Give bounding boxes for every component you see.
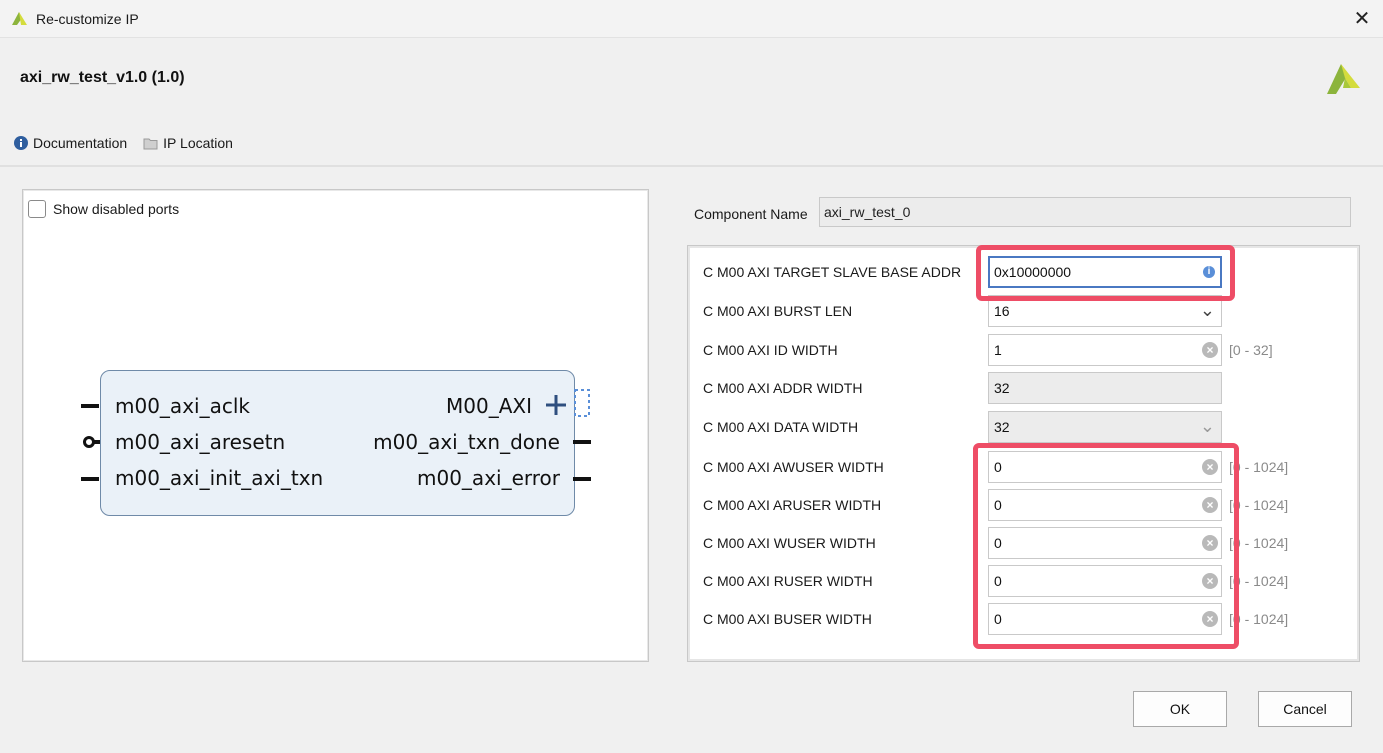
param-label: C M00 AXI BURST LEN bbox=[703, 303, 853, 319]
documentation-link[interactable]: Documentation bbox=[14, 135, 127, 151]
param-range: [0 - 32] bbox=[1229, 342, 1273, 358]
ip-symbol-panel: Show disabled ports m00_axi_aclk m00_axi… bbox=[22, 189, 649, 662]
param-row-addr-width: C M00 AXI ADDR WIDTH 32 bbox=[688, 372, 1361, 404]
window-title: Re-customize IP bbox=[36, 11, 139, 27]
vivado-logo-icon bbox=[10, 9, 28, 30]
show-disabled-ports-row[interactable]: Show disabled ports bbox=[28, 200, 179, 218]
ip-location-label: IP Location bbox=[163, 135, 233, 151]
expand-interface-icon[interactable] bbox=[544, 393, 568, 420]
port-m00-axi-error[interactable]: m00_axi_error bbox=[417, 466, 560, 490]
param-label: C M00 AXI BUSER WIDTH bbox=[703, 611, 872, 627]
chevron-down-icon[interactable]: ⌄ bbox=[1200, 300, 1215, 321]
highlight-user-widths bbox=[973, 443, 1239, 649]
param-row-id-width: C M00 AXI ID WIDTH 1 × [0 - 32] bbox=[688, 334, 1361, 366]
param-row-data-width: C M00 AXI DATA WIDTH 32 ⌄ bbox=[688, 411, 1361, 443]
param-label: C M00 AXI DATA WIDTH bbox=[703, 419, 859, 435]
close-icon[interactable]: ✕ bbox=[1349, 6, 1375, 32]
info-icon bbox=[14, 136, 28, 150]
ip-title: axi_rw_test_v1.0 (1.0) bbox=[20, 69, 185, 86]
param-value: 16 bbox=[994, 303, 1010, 319]
ip-location-link[interactable]: IP Location bbox=[143, 135, 233, 151]
title-bar: Re-customize IP ✕ bbox=[0, 0, 1383, 38]
port-m00-axi-init-axi-txn[interactable]: m00_axi_init_axi_txn bbox=[115, 466, 323, 490]
vivado-logo-icon bbox=[1325, 60, 1361, 99]
cancel-button[interactable]: Cancel bbox=[1258, 691, 1352, 727]
param-value: 1 bbox=[994, 342, 1002, 358]
link-bar: Documentation IP Location bbox=[14, 133, 249, 153]
pin-error bbox=[573, 477, 591, 481]
data-width-select: 32 ⌄ bbox=[988, 411, 1222, 443]
chevron-down-icon: ⌄ bbox=[1199, 416, 1215, 436]
ok-button[interactable]: OK bbox=[1133, 691, 1227, 727]
header-divider bbox=[0, 165, 1383, 167]
port-m00-axi-aresetn[interactable]: m00_axi_aresetn bbox=[115, 430, 285, 454]
port-m00-axi[interactable]: M00_AXI bbox=[446, 394, 532, 418]
param-label: C M00 AXI ID WIDTH bbox=[703, 342, 838, 358]
id-width-input[interactable]: 1 × bbox=[988, 334, 1222, 366]
highlight-base-addr bbox=[976, 245, 1235, 301]
folder-icon bbox=[143, 137, 158, 150]
ip-block[interactable]: m00_axi_aclk m00_axi_aresetn m00_axi_ini… bbox=[100, 370, 575, 516]
pin-aclk bbox=[81, 404, 99, 408]
param-label: C M00 AXI WUSER WIDTH bbox=[703, 535, 876, 551]
param-value: 32 bbox=[994, 380, 1010, 396]
clear-icon[interactable]: × bbox=[1202, 342, 1218, 358]
pin-init-axi-txn bbox=[81, 477, 99, 481]
param-label: C M00 AXI TARGET SLAVE BASE ADDR bbox=[703, 264, 962, 280]
show-disabled-ports-label: Show disabled ports bbox=[53, 201, 180, 217]
param-value: 32 bbox=[994, 419, 1010, 435]
param-label: C M00 AXI ARUSER WIDTH bbox=[703, 497, 882, 513]
param-label: C M00 AXI AWUSER WIDTH bbox=[703, 459, 884, 475]
pin-txn-done bbox=[573, 440, 591, 444]
component-name-label: Component Name bbox=[694, 206, 808, 222]
port-m00-axi-txn-done[interactable]: m00_axi_txn_done bbox=[373, 430, 560, 454]
addr-width-field: 32 bbox=[988, 372, 1222, 404]
param-label: C M00 AXI RUSER WIDTH bbox=[703, 573, 873, 589]
documentation-label: Documentation bbox=[33, 135, 128, 151]
port-m00-axi-aclk[interactable]: m00_axi_aclk bbox=[115, 394, 250, 418]
bus-interface-icon bbox=[573, 388, 593, 421]
component-name-field[interactable]: axi_rw_test_0 bbox=[819, 197, 1351, 227]
show-disabled-ports-checkbox[interactable] bbox=[28, 200, 46, 218]
pin-aresetn-bubble bbox=[83, 436, 95, 448]
param-label: C M00 AXI ADDR WIDTH bbox=[703, 380, 863, 396]
